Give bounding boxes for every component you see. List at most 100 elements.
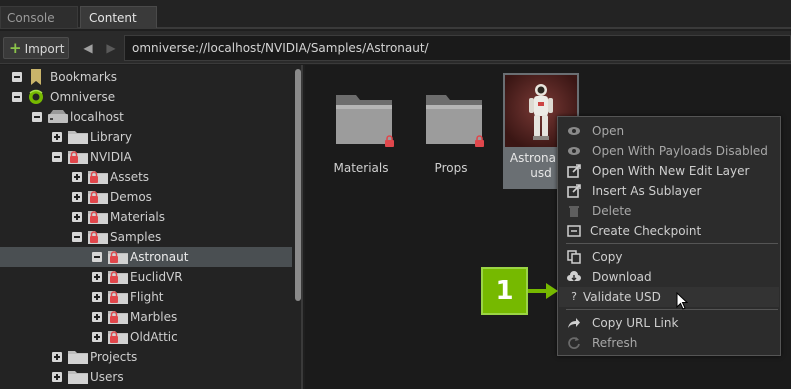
question-icon: ? xyxy=(571,290,577,303)
expand-icon[interactable] xyxy=(72,172,82,182)
locked-folder-icon xyxy=(88,231,108,244)
menu-separator xyxy=(566,243,778,244)
external-link-icon xyxy=(567,184,581,198)
tree-item-label: Projects xyxy=(90,350,138,364)
tree-item-label: Assets xyxy=(110,170,150,184)
locked-folder-icon xyxy=(88,171,108,184)
tree-item-samples[interactable]: Samples xyxy=(0,227,292,247)
tree-item-label: Demos xyxy=(110,190,152,204)
lock-icon xyxy=(475,135,484,147)
locked-folder-icon xyxy=(108,331,128,344)
omniverse-icon xyxy=(29,89,43,104)
collapse-icon[interactable] xyxy=(52,152,62,162)
collapse-icon[interactable] xyxy=(72,232,82,242)
eye-icon xyxy=(568,127,580,135)
tab-console[interactable]: Console xyxy=(0,6,78,28)
menu-item-insert-sublayer[interactable]: Insert As Sublayer xyxy=(559,181,779,201)
eye-icon xyxy=(568,147,580,155)
tab-content[interactable]: Content xyxy=(80,6,157,28)
tree-item-demos[interactable]: Demos xyxy=(0,187,292,207)
menu-item-open-new-edit-layer[interactable]: Open With New Edit Layer xyxy=(559,161,779,181)
expand-icon[interactable] xyxy=(92,332,102,342)
import-button[interactable]: + Import xyxy=(3,37,69,59)
tree-item-materials[interactable]: Materials xyxy=(0,207,292,227)
tree-item-label: NVIDIA xyxy=(90,150,132,164)
locked-folder-icon xyxy=(108,271,128,284)
expand-icon[interactable] xyxy=(92,292,102,302)
lock-icon xyxy=(385,135,394,147)
collapse-icon[interactable] xyxy=(12,72,22,82)
menu-item-create-checkpoint[interactable]: Create Checkpoint xyxy=(559,221,779,241)
content-item-props[interactable]: Props xyxy=(414,75,488,185)
locked-folder-icon xyxy=(108,251,128,264)
menu-item-validate-usd[interactable]: ? Validate USD xyxy=(559,287,779,307)
menu-item-open-payloads-disabled[interactable]: Open With Payloads Disabled xyxy=(559,141,779,161)
step-callout: 1 xyxy=(481,267,528,315)
tree-scrollbar[interactable] xyxy=(295,69,301,301)
tree-item-projects[interactable]: Projects xyxy=(0,347,292,367)
share-icon xyxy=(568,318,580,328)
refresh-icon xyxy=(568,337,580,349)
collapse-icon[interactable] xyxy=(12,92,22,102)
tree-item-marbles[interactable]: Marbles xyxy=(0,307,292,327)
expand-icon[interactable] xyxy=(72,212,82,222)
tree-item-label: Materials xyxy=(110,210,166,224)
tree-item-omniverse[interactable]: Omniverse xyxy=(0,87,292,107)
tree-item-astronaut[interactable]: Astronaut xyxy=(0,247,292,267)
tab-bar: Console Content xyxy=(0,0,791,29)
locked-folder-icon xyxy=(108,291,128,304)
tree-item-label: localhost xyxy=(70,110,124,124)
tree-panel: Bookmarks Omniverse localhost Library NVIDIA… xyxy=(0,65,303,389)
tree-item-label: Users xyxy=(90,370,124,384)
tree-item-users[interactable]: Users xyxy=(0,367,292,387)
expand-icon[interactable] xyxy=(52,132,62,142)
server-icon xyxy=(48,110,68,123)
tree-item-label: Flight xyxy=(130,290,164,304)
locked-folder-icon xyxy=(88,211,108,224)
tree-item-label: OldAttic xyxy=(130,330,178,344)
tree-item-label: Library xyxy=(90,130,132,144)
import-label: Import xyxy=(24,42,65,56)
tree-item-label: Omniverse xyxy=(50,90,116,104)
toolbar: + Import ◀ ▶ omniverse://localhost/NVIDIA… xyxy=(0,31,791,64)
tree-item-bookmarks[interactable]: Bookmarks xyxy=(0,67,292,87)
arrow-right-icon xyxy=(528,283,558,299)
content-item-label: Props xyxy=(434,161,468,175)
expand-icon[interactable] xyxy=(72,192,82,202)
menu-item-refresh[interactable]: Refresh xyxy=(559,333,779,353)
checkpoint-icon xyxy=(567,225,581,237)
trash-icon xyxy=(569,206,579,217)
folder-icon xyxy=(68,131,88,144)
tree-item-nvidia[interactable]: NVIDIA xyxy=(0,147,292,167)
menu-separator xyxy=(566,309,778,310)
menu-item-open[interactable]: Open xyxy=(559,121,779,141)
menu-item-delete[interactable]: Delete xyxy=(559,201,779,221)
tree-item-flight[interactable]: Flight xyxy=(0,287,292,307)
menu-item-copy-url-link[interactable]: Copy URL Link xyxy=(559,313,779,333)
copy-icon xyxy=(567,250,581,264)
tree-item-library[interactable]: Library xyxy=(0,127,292,147)
collapse-icon[interactable] xyxy=(32,112,42,122)
expand-icon[interactable] xyxy=(52,352,62,362)
expand-icon[interactable] xyxy=(52,372,62,382)
chevron-left-icon[interactable]: ◀ xyxy=(81,40,95,56)
expand-icon[interactable] xyxy=(92,272,102,282)
chevron-right-icon[interactable]: ▶ xyxy=(104,40,118,56)
tree-item-label: Astronaut xyxy=(130,250,189,264)
menu-item-download[interactable]: Download xyxy=(559,267,779,287)
tree-item-euclidvr[interactable]: EuclidVR xyxy=(0,267,292,287)
tree-item-localhost[interactable]: localhost xyxy=(0,107,292,127)
tree-item-assets[interactable]: Assets xyxy=(0,167,292,187)
bookmark-icon xyxy=(31,69,41,85)
menu-item-copy[interactable]: Copy xyxy=(559,247,779,267)
path-field[interactable]: omniverse://localhost/NVIDIA/Samples/Ast… xyxy=(124,35,791,61)
tree-item-oldattic[interactable]: OldAttic xyxy=(0,327,292,347)
content-item-materials[interactable]: Materials xyxy=(324,75,398,185)
cloud-download-icon xyxy=(567,271,581,281)
locked-folder-icon xyxy=(68,151,88,164)
mouse-cursor-icon xyxy=(676,292,688,310)
expand-icon[interactable] xyxy=(92,312,102,322)
tree-item-label: EuclidVR xyxy=(130,270,183,284)
plus-icon: + xyxy=(9,39,22,57)
collapse-icon[interactable] xyxy=(92,252,102,262)
